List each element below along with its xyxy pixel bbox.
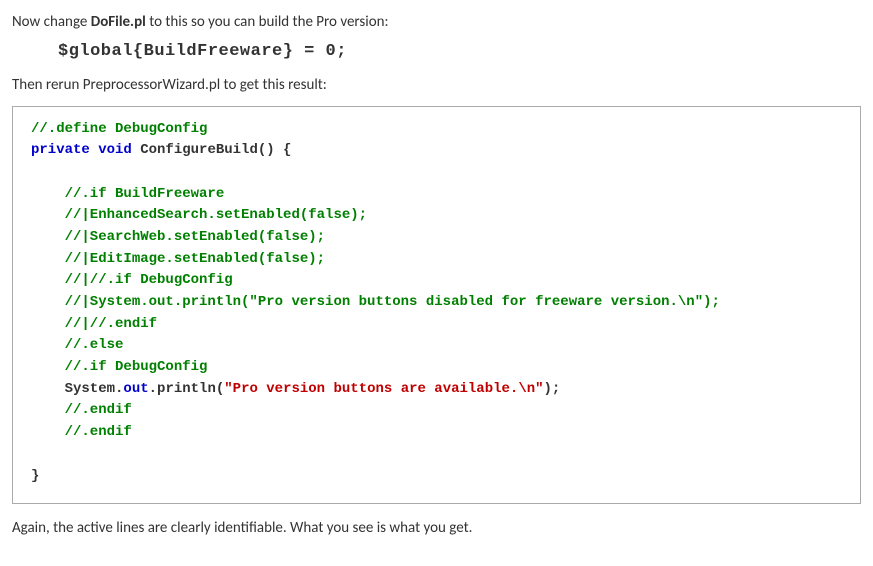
code-string: "Pro version buttons are available.\n" xyxy=(224,381,543,397)
code-ident: System. xyxy=(31,381,123,397)
code-space xyxy=(90,142,98,158)
code-ident: ConfigureBuild() { xyxy=(132,142,292,158)
code-sample-box: //.define DebugConfig private void Confi… xyxy=(12,106,861,505)
code-line: //|System.out.println("Pro version butto… xyxy=(31,294,720,310)
code-keyword: out xyxy=(123,381,148,397)
code-line: //|EnhancedSearch.setEnabled(false); xyxy=(31,207,367,223)
closing-paragraph: Again, the active lines are clearly iden… xyxy=(12,518,861,538)
code-line: //.else xyxy=(31,337,123,353)
code-line: //.if BuildFreeware xyxy=(31,186,224,202)
code-line: //|SearchWeb.setEnabled(false); xyxy=(31,229,325,245)
intro-filename: DoFile.pl xyxy=(91,13,146,31)
code-line: //|EditImage.setEnabled(false); xyxy=(31,251,325,267)
code-line: //.if DebugConfig xyxy=(31,359,207,375)
rerun-paragraph: Then rerun PreprocessorWizard.pl to get … xyxy=(12,75,861,95)
code-line: //.endif xyxy=(31,424,132,440)
intro-paragraph: Now change DoFile.pl to this so you can … xyxy=(12,12,861,32)
code-ident: ); xyxy=(544,381,561,397)
code-line: //|//.endif xyxy=(31,316,157,332)
code-keyword: void xyxy=(98,142,132,158)
code-line: //.define DebugConfig xyxy=(31,121,207,137)
global-setting-code: $global{BuildFreeware} = 0; xyxy=(58,42,861,61)
intro-suffix: to this so you can build the Pro version… xyxy=(146,13,389,31)
code-keyword: private xyxy=(31,142,90,158)
code-close-brace: } xyxy=(31,468,39,484)
code-line: //|//.if DebugConfig xyxy=(31,272,233,288)
code-ident: .println( xyxy=(149,381,225,397)
code-line: //.endif xyxy=(31,402,132,418)
intro-prefix: Now change xyxy=(12,13,91,31)
